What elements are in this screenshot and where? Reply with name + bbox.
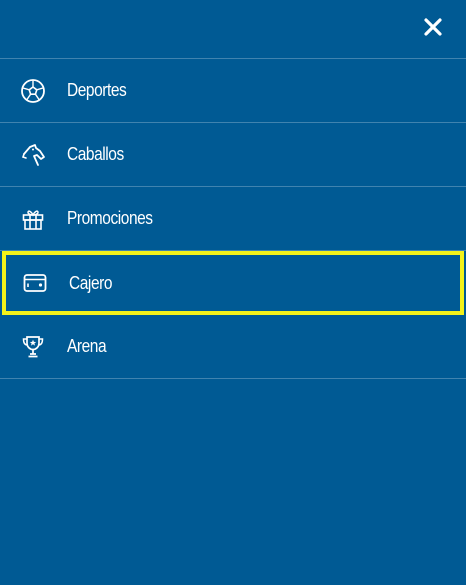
wallet-card-icon bbox=[22, 270, 48, 296]
close-icon bbox=[424, 18, 442, 36]
horse-icon bbox=[20, 142, 46, 168]
menu-item-label: Promociones bbox=[67, 208, 153, 228]
soccer-ball-icon bbox=[20, 78, 46, 104]
menu-item-caballos[interactable]: Caballos bbox=[0, 123, 466, 187]
menu-item-label: Arena bbox=[67, 336, 107, 356]
menu-item-promociones[interactable]: Promociones bbox=[0, 187, 466, 251]
gift-icon bbox=[20, 206, 46, 232]
menu-header bbox=[0, 0, 466, 58]
menu-item-label: Deportes bbox=[67, 80, 127, 100]
side-menu: Deportes Caballos Promociones Cajero Are… bbox=[0, 58, 466, 379]
menu-item-deportes[interactable]: Deportes bbox=[0, 59, 466, 123]
menu-item-arena[interactable]: Arena bbox=[0, 315, 466, 379]
menu-item-label: Cajero bbox=[69, 272, 113, 293]
trophy-icon bbox=[20, 334, 46, 360]
close-button[interactable] bbox=[418, 12, 448, 42]
menu-item-cajero[interactable]: Cajero bbox=[2, 251, 464, 315]
menu-item-label: Caballos bbox=[67, 144, 124, 164]
